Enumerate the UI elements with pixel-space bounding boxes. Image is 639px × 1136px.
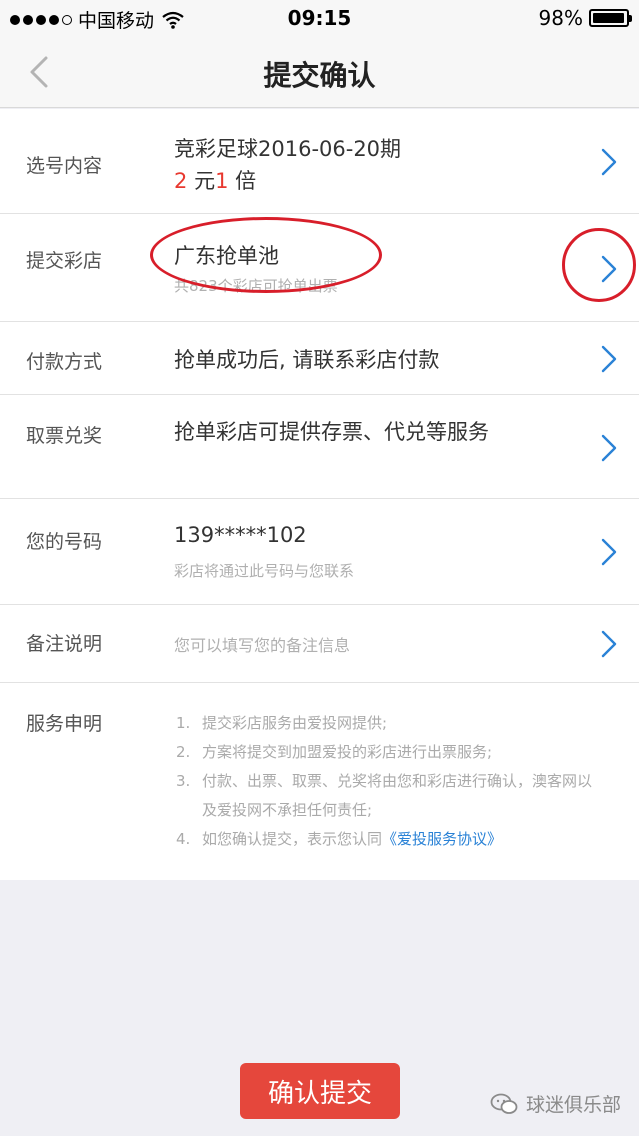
row-phone[interactable]: 您的号码 139*****102 彩店将通过此号码与您联系 bbox=[0, 499, 639, 605]
chevron-right-icon[interactable] bbox=[599, 629, 619, 659]
nav-bar: 提交确认 bbox=[0, 36, 639, 108]
list-item: 3. 付款、出票、取票、兑奖将由您和彩店进行确认，澳客网以及爱投网不承担任何责任; bbox=[176, 772, 593, 819]
row-label: 服务申明 bbox=[26, 713, 103, 735]
store-name: 广东抢单池 bbox=[174, 244, 279, 268]
payment-method: 抢单成功后, 请联系彩店付款 bbox=[174, 348, 440, 372]
page-title: 提交确认 bbox=[263, 59, 376, 92]
watermark: 球迷俱乐部 bbox=[490, 1090, 621, 1117]
row-label: 取票兑奖 bbox=[26, 425, 103, 447]
confirm-list: 选号内容 竞彩足球2016-06-20期 2 元1 倍 提交彩店 广东抢单池 共… bbox=[0, 109, 639, 880]
confirm-submit-button[interactable]: 确认提交 bbox=[240, 1063, 400, 1119]
amount-value: 2 bbox=[174, 169, 188, 193]
row-label: 选号内容 bbox=[26, 155, 103, 177]
chevron-right-icon[interactable] bbox=[599, 537, 619, 567]
chevron-right-icon[interactable] bbox=[599, 254, 619, 284]
list-item: 2. 方案将提交到加盟爱投的彩店进行出票服务; bbox=[176, 743, 493, 761]
multiple-value: 1 bbox=[215, 169, 229, 193]
chevron-right-icon[interactable] bbox=[599, 344, 619, 374]
chevron-right-icon[interactable] bbox=[599, 433, 619, 463]
row-label: 付款方式 bbox=[26, 351, 103, 373]
row-label: 备注说明 bbox=[26, 633, 103, 655]
battery-icon bbox=[589, 9, 632, 27]
wechat-icon bbox=[490, 1093, 518, 1114]
ticket-service: 抢单彩店可提供存票、代兑等服务 bbox=[174, 420, 489, 444]
row-payment[interactable]: 付款方式 抢单成功后, 请联系彩店付款 bbox=[0, 322, 639, 395]
row-label: 您的号码 bbox=[26, 531, 103, 553]
phone-number: 139*****102 bbox=[174, 523, 307, 547]
battery-percent: 98% bbox=[538, 6, 583, 30]
row-store[interactable]: 提交彩店 广东抢单池 共823个彩店可抢单出票 bbox=[0, 214, 639, 322]
phone-hint: 彩店将通过此号码与您联系 bbox=[174, 562, 355, 580]
store-count: 共823个彩店可抢单出票 bbox=[174, 277, 338, 295]
list-item: 4. 如您确认提交，表示您认同《爱投服务协议》 bbox=[176, 830, 503, 848]
multiple-unit: 倍 bbox=[235, 169, 257, 193]
status-right: 98% bbox=[538, 6, 632, 30]
selection-amount: 2 元1 倍 bbox=[174, 165, 256, 195]
row-statement: 服务申明 1. 提交彩店服务由爱投网提供; 2. 方案将提交到加盟爱投的彩店进行出票… bbox=[0, 683, 639, 880]
statement-list: 1. 提交彩店服务由爱投网提供; 2. 方案将提交到加盟爱投的彩店进行出票服务; 3… bbox=[176, 709, 606, 854]
amount-unit: 元 bbox=[194, 169, 216, 193]
list-item: 1. 提交彩店服务由爱投网提供; bbox=[176, 714, 388, 732]
row-label: 提交彩店 bbox=[26, 250, 103, 272]
remark-input[interactable]: 您可以填写您的备注信息 bbox=[174, 632, 350, 656]
row-ticket[interactable]: 取票兑奖 抢单彩店可提供存票、代兑等服务 bbox=[0, 395, 639, 499]
selection-title: 竞彩足球2016-06-20期 bbox=[174, 137, 402, 161]
service-agreement-link[interactable]: 《爱投服务协议》 bbox=[382, 830, 502, 848]
row-remark[interactable]: 备注说明 您可以填写您的备注信息 bbox=[0, 605, 639, 683]
watermark-text: 球迷俱乐部 bbox=[525, 1094, 621, 1116]
status-bar: 中国移动 09:15 98% bbox=[0, 0, 639, 36]
chevron-right-icon[interactable] bbox=[599, 147, 619, 177]
row-selection[interactable]: 选号内容 竞彩足球2016-06-20期 2 元1 倍 bbox=[0, 109, 639, 214]
